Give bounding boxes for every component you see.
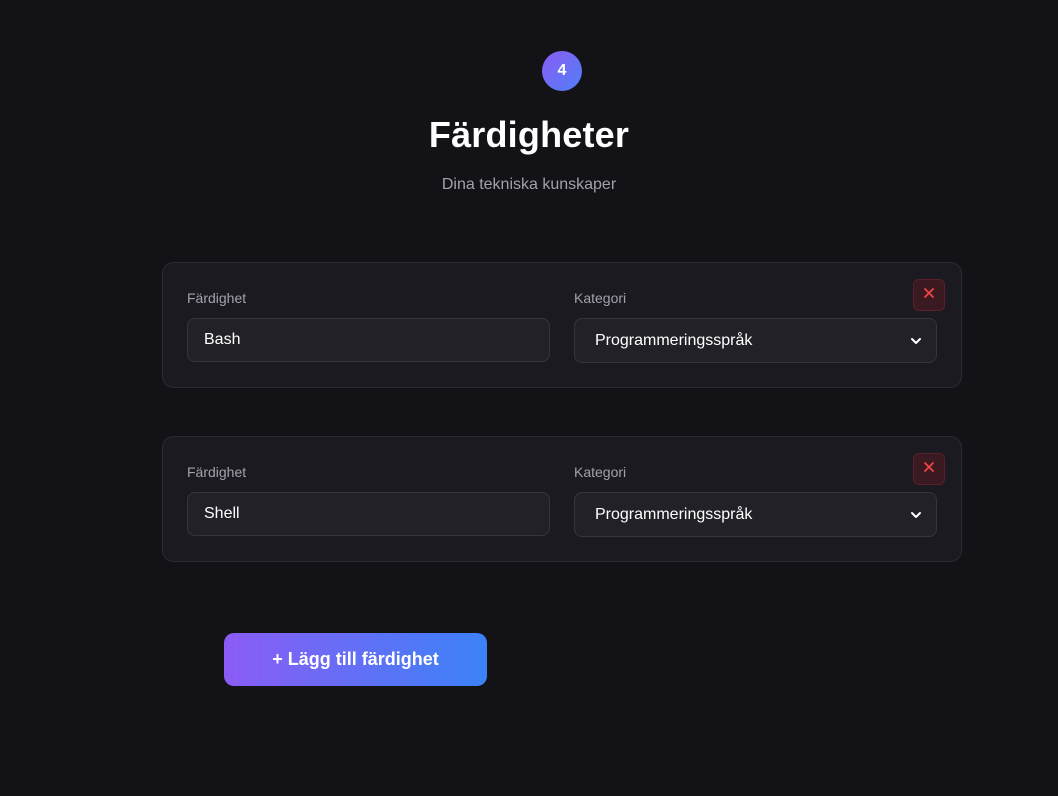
skills-step-page: 4 Färdigheter Dina tekniska kunskaper Fä… [0, 0, 1058, 796]
chevron-down-icon [910, 509, 922, 521]
category-field-label: Kategori [574, 464, 627, 480]
chevron-down-icon [910, 335, 922, 347]
skill-name-input[interactable] [187, 492, 550, 536]
category-select-value: Programmeringsspråk [595, 331, 753, 349]
skill-field-label: Färdighet [187, 290, 247, 306]
skill-field-label: Färdighet [187, 464, 247, 480]
close-icon [923, 460, 935, 478]
skill-name-input[interactable] [187, 318, 550, 362]
close-icon [923, 286, 935, 304]
step-number: 4 [557, 62, 567, 79]
page-subtitle: Dina tekniska kunskaper [441, 176, 617, 193]
add-skill-button[interactable]: + Lägg till färdighet [224, 633, 487, 686]
remove-skill-button[interactable] [913, 453, 945, 485]
remove-skill-button[interactable] [913, 279, 945, 311]
category-field-label: Kategori [574, 290, 627, 306]
category-select[interactable]: Programmeringsspråk [574, 492, 937, 537]
category-select-value: Programmeringsspråk [595, 505, 753, 523]
category-select[interactable]: Programmeringsspråk [574, 318, 937, 363]
skill-card: Färdighet Kategori Programmeringsspråk [162, 436, 962, 562]
add-skill-label: + Lägg till färdighet [272, 649, 439, 669]
step-number-badge: 4 [542, 51, 582, 91]
skill-card: Färdighet Kategori Programmeringsspråk [162, 262, 962, 388]
page-title: Färdigheter [428, 114, 630, 155]
